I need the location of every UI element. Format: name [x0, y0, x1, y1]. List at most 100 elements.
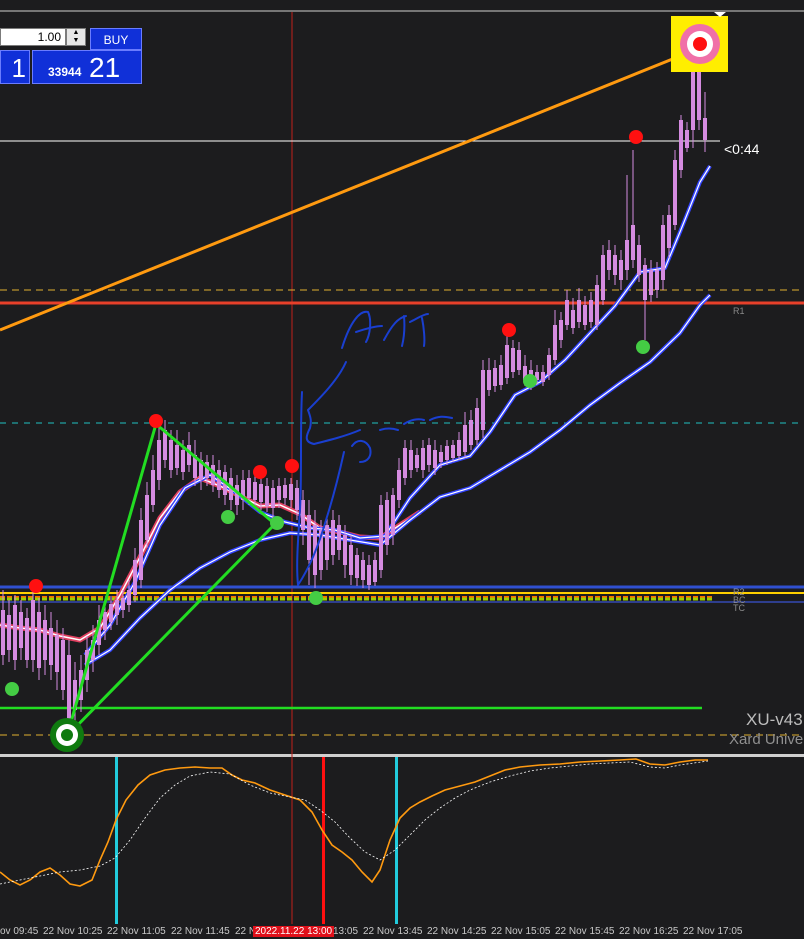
sell-signal-dot [285, 459, 299, 473]
sell-price-button[interactable]: 1 [0, 50, 30, 84]
bear-candle [37, 612, 41, 668]
buy-price-prefix: 33944 [48, 65, 82, 79]
time-label: 22 Nov 16:25 [619, 926, 679, 937]
bear-candle [511, 348, 515, 372]
bear-candle [505, 345, 509, 378]
bear-candle [667, 215, 671, 248]
handwritten-annotation-top [341, 310, 429, 349]
bear-candle [7, 615, 11, 650]
bear-candle [253, 482, 257, 500]
bear-candle [649, 270, 653, 295]
oscillator-signal-line [0, 760, 709, 885]
bear-candle [493, 368, 497, 386]
bear-candle [31, 600, 35, 660]
lot-stepper-icon[interactable]: ▲ ▼ [66, 28, 86, 46]
bear-candle [127, 590, 131, 605]
bear-candle [583, 305, 587, 325]
price-chart[interactable] [0, 0, 804, 939]
time-label: 22 Nov 15:45 [555, 926, 615, 937]
bear-candle [499, 365, 503, 385]
bear-candle [547, 355, 551, 375]
bear-candle [265, 486, 269, 506]
bear-candle [559, 320, 563, 340]
trend-line [0, 48, 696, 332]
bear-candle [679, 120, 683, 170]
bear-candle [325, 525, 329, 560]
sell-signal-dot [149, 414, 163, 428]
bear-candle [685, 130, 689, 148]
bear-candle [571, 310, 575, 328]
bear-candle [331, 520, 335, 555]
bear-candle [259, 484, 263, 502]
time-label-highlighted: 2022.11.22 13:00 [253, 926, 335, 937]
time-label: 22 Nov 17:05 [683, 926, 743, 937]
chart-window: 1.00 ▲ ▼ BUY 1 33944 21 <0:44 R1 R2 BC TC… [0, 0, 804, 939]
bear-candle [367, 565, 371, 585]
bear-candle [703, 118, 707, 140]
bear-candle [115, 600, 119, 615]
bear-candle [409, 450, 413, 470]
bear-candle [403, 448, 407, 478]
bear-candle [373, 560, 377, 582]
bear-candle [481, 370, 485, 430]
time-axis: ov 09:45 22 Nov 10:25 22 Nov 11:05 22 No… [0, 924, 804, 939]
one-click-trade-panel: 1.00 ▲ ▼ BUY 1 33944 21 [0, 28, 142, 84]
bear-candle [445, 446, 449, 460]
bear-candle [463, 425, 467, 452]
time-label: 22 Nov 10:25 [43, 926, 103, 937]
bear-candle [457, 440, 461, 456]
bear-candle [1, 610, 5, 655]
buy-button[interactable]: BUY [90, 28, 142, 50]
sell-signal-dot [629, 130, 643, 144]
bear-candle [439, 452, 443, 462]
bear-candle [271, 488, 275, 508]
bear-candle [661, 225, 665, 280]
bear-candle [145, 495, 149, 540]
bear-candle [55, 635, 59, 672]
buy-price-button[interactable]: 33944 21 [32, 50, 142, 84]
bear-candle [151, 470, 155, 505]
window-separator [0, 754, 804, 757]
bear-candle [397, 470, 401, 500]
bear-candle [601, 255, 605, 300]
bear-candle [139, 520, 143, 580]
bear-candle [517, 350, 521, 370]
bear-candle [433, 450, 437, 468]
bear-candle [67, 655, 71, 720]
bear-candle [655, 270, 659, 290]
bear-candle [277, 486, 281, 500]
bear-candle [307, 515, 311, 560]
bear-candle [589, 300, 593, 322]
time-label: ov 09:45 [0, 926, 39, 937]
bear-candle [247, 478, 251, 498]
time-label: 22 Nov 11:05 [107, 926, 166, 937]
buy-signal-dot [5, 682, 19, 696]
bear-candle [427, 445, 431, 465]
indicator-watermark-subtitle: Xard Unive [729, 731, 804, 748]
bear-candle [103, 612, 107, 630]
oscillator-main-line [0, 758, 708, 887]
time-label: 22 Nov 14:25 [427, 926, 487, 937]
time-label: 22 Nov 13:45 [363, 926, 423, 937]
bear-candle [13, 605, 17, 660]
bear-candle [157, 440, 161, 480]
bear-candle [187, 445, 191, 465]
bear-candle [355, 555, 359, 578]
bear-candle [175, 445, 179, 468]
sell-signal-dot [29, 579, 43, 593]
buy-signal-dot [270, 516, 284, 530]
level-label-tc: TC [733, 603, 745, 613]
bear-candle [613, 255, 617, 275]
oscillator-cyan-vline [115, 757, 118, 924]
bear-candle [169, 440, 173, 470]
bear-candle [283, 485, 287, 498]
bear-candle [541, 372, 545, 382]
bear-candle [673, 160, 677, 225]
bear-candle [691, 70, 695, 130]
bear-candle [349, 545, 353, 575]
bear-candle [301, 500, 305, 530]
bear-candle [379, 505, 383, 570]
bear-candle [565, 300, 569, 325]
lot-size-input[interactable]: 1.00 [0, 28, 66, 46]
buy-signal-dot [636, 340, 650, 354]
